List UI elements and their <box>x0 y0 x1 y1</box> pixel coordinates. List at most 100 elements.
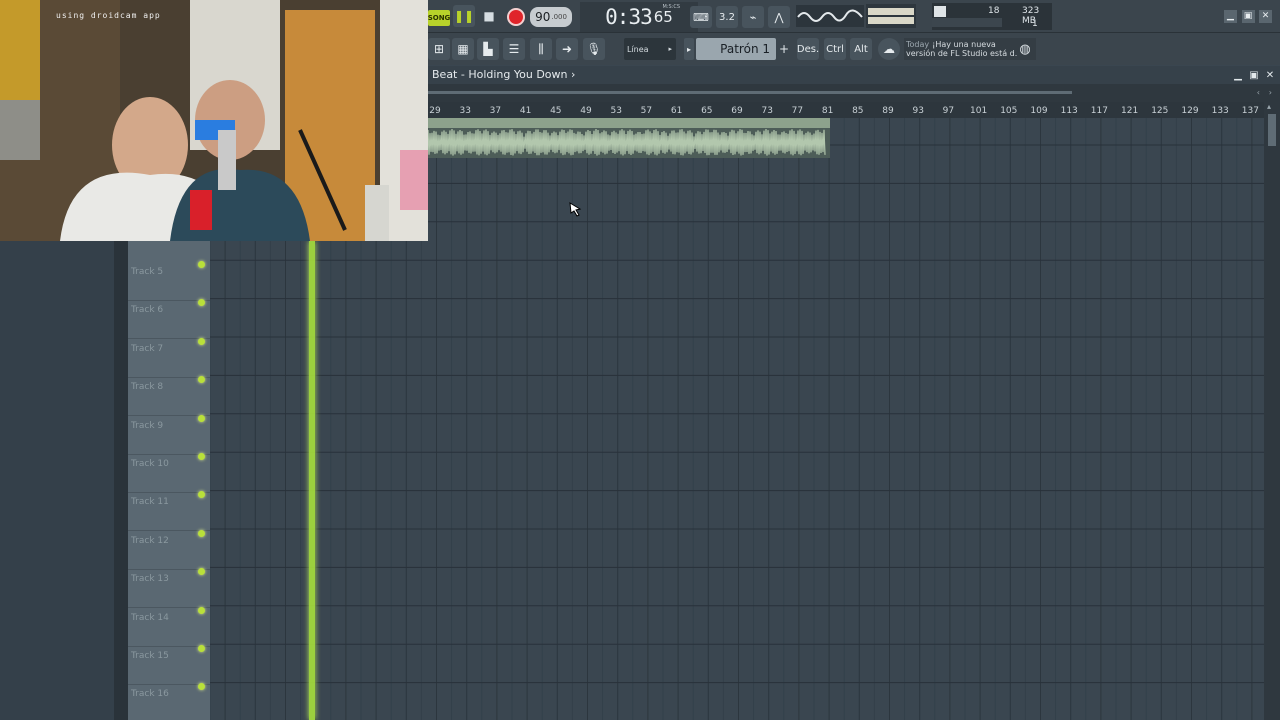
master-volume-meter[interactable] <box>866 4 916 28</box>
track-name: Track 13 <box>131 574 169 585</box>
time-display[interactable]: 0:33 65 M:S:CS <box>580 2 698 32</box>
song-mode-toggle[interactable]: SONG <box>428 10 450 26</box>
track-name: Track 9 <box>131 420 164 431</box>
track-header[interactable]: Track 7 <box>128 337 210 378</box>
track-mute-led-icon[interactable] <box>198 453 205 460</box>
vertical-scrollbar[interactable]: ▴ <box>1264 102 1280 720</box>
tempo-display[interactable]: 90.000 <box>530 7 572 27</box>
track-header[interactable]: Track 12 <box>128 529 210 570</box>
horizontal-scrollbar[interactable]: ‹ › <box>428 84 1280 102</box>
piano-roll-icon[interactable]: ▙ <box>477 38 499 60</box>
ruler-label: 137 <box>1242 106 1259 116</box>
playlist-minimize-icon[interactable]: ▁ <box>1232 69 1244 81</box>
panel-divider[interactable] <box>114 241 128 720</box>
track-header[interactable]: Track 5 <box>128 261 210 301</box>
track-mute-led-icon[interactable] <box>198 491 205 499</box>
ruler-label: 117 <box>1091 106 1108 116</box>
ruler-label: 93 <box>912 106 923 116</box>
vertical-scroll-thumb[interactable] <box>1268 114 1276 146</box>
pause-icon: ❚❚ <box>453 9 475 23</box>
playlist-close-icon[interactable]: ✕ <box>1264 69 1276 81</box>
window-controls: ▁ ▣ ✕ <box>1224 9 1272 23</box>
track-mute-led-icon[interactable] <box>198 337 205 345</box>
track-mute-led-icon[interactable] <box>198 683 205 691</box>
track-mute-led-icon[interactable] <box>198 568 205 576</box>
track-mute-led-icon[interactable] <box>198 376 205 384</box>
scroll-left-icon[interactable]: ‹ <box>1257 88 1260 97</box>
ruler-label: 85 <box>852 106 863 116</box>
track-header[interactable]: Track 14 <box>128 606 210 647</box>
track-mute-led-icon[interactable] <box>198 261 205 268</box>
scroll-up-icon[interactable]: ▴ <box>1267 102 1271 111</box>
track-header[interactable]: Track 16 <box>128 683 210 720</box>
ruler-label: 109 <box>1030 106 1047 116</box>
playlist-maximize-icon[interactable]: ▣ <box>1248 69 1260 81</box>
typing-keyboard-icon[interactable]: ⌨ <box>690 6 712 28</box>
horizontal-scroll-thumb[interactable] <box>428 91 1072 94</box>
time-main: 0:33 <box>605 5 653 29</box>
ctrl-button[interactable]: Ctrl <box>824 38 846 60</box>
track-header[interactable]: Track 10 <box>128 453 210 493</box>
stop-button[interactable]: ■ <box>478 5 500 27</box>
maximize-icon[interactable]: ▣ <box>1241 9 1255 23</box>
playhead[interactable] <box>309 241 315 720</box>
track-header[interactable]: Track 6 <box>128 299 210 340</box>
plugin-arrow-icon[interactable]: ➜ <box>556 38 578 60</box>
ruler-label: 129 <box>1181 106 1198 116</box>
step-edit-icon[interactable]: 3.2 <box>716 6 738 28</box>
news-line-2: versión de FL Studio está d. <box>906 49 1018 58</box>
record-button[interactable] <box>504 5 528 29</box>
mixer-icon[interactable]: ⫼ <box>530 38 552 60</box>
track-header[interactable]: Track 11 <box>128 491 210 532</box>
time-centiseconds: 65 <box>653 8 673 26</box>
browser-icon[interactable]: ☰ <box>503 38 525 60</box>
ruler-label: 125 <box>1151 106 1168 116</box>
ruler-label: 121 <box>1121 106 1138 116</box>
track-header[interactable]: Track 8 <box>128 376 210 417</box>
ruler-label: 89 <box>882 106 894 116</box>
news-line-1: ¡Hay una nueva <box>932 40 996 49</box>
track-header[interactable]: Track 15 <box>128 645 210 685</box>
track-header[interactable]: Track 13 <box>128 568 210 609</box>
alt-button[interactable]: Alt <box>850 38 872 60</box>
ruler-label: 101 <box>970 106 987 116</box>
blend-notes-icon[interactable]: ⌁ <box>742 6 764 28</box>
add-pattern-button[interactable]: + <box>778 38 790 60</box>
track-mute-led-icon[interactable] <box>198 299 205 307</box>
news-icon[interactable]: ☁ <box>878 38 900 60</box>
track-header[interactable]: Track 9 <box>128 414 210 455</box>
track-name: Track 11 <box>131 497 169 508</box>
oscilloscope-monitor <box>796 5 864 27</box>
ruler-label: 33 <box>459 106 470 116</box>
track-mute-led-icon[interactable] <box>198 529 205 537</box>
ruler-svg: 29 33 37 41 45 49 53 57 61 65 69 73 77 81 85 89 93 97 101 1… <box>429 106 1259 116</box>
pattern-arrow-button[interactable]: ▸ <box>684 38 694 60</box>
track-mute-led-icon[interactable] <box>198 606 205 614</box>
ruler-label: 37 <box>490 106 501 116</box>
ruler-label: 73 <box>761 106 772 116</box>
close-icon[interactable]: ✕ <box>1259 9 1272 23</box>
playlist-icon[interactable]: ⊞ <box>428 38 450 60</box>
browser-panel <box>0 241 114 720</box>
tempo-value: 90 <box>535 10 551 24</box>
undo-button[interactable]: Des. <box>797 38 819 60</box>
cpu-value: 18 <box>988 6 1000 16</box>
ruler-label: 105 <box>1000 106 1017 116</box>
channel-rack-icon[interactable]: ▦ <box>452 38 474 60</box>
metronome-icon[interactable]: ⋀ <box>768 6 790 28</box>
minimize-icon[interactable]: ▁ <box>1224 9 1237 23</box>
track-mute-led-icon[interactable] <box>198 645 205 652</box>
track-name: Track 6 <box>131 305 164 316</box>
microphone-icon[interactable]: 🎙 <box>583 38 605 60</box>
pattern-select[interactable]: Patrón 1 <box>696 38 776 60</box>
track-mute-led-icon[interactable] <box>198 414 205 422</box>
globe-icon[interactable]: ◍ <box>1016 38 1034 60</box>
waveform-icon <box>797 9 863 22</box>
stop-icon: ■ <box>483 9 495 23</box>
bar-ruler[interactable]: 29 33 37 41 45 49 53 57 61 65 69 73 77 81 85 89 93 97 101 1… <box>428 102 1264 118</box>
scroll-right-icon[interactable]: › <box>1269 88 1272 97</box>
pause-button[interactable]: ❚❚ <box>453 5 475 27</box>
ruler-label: 97 <box>943 106 954 116</box>
snap-select[interactable]: Línea ▸ <box>624 38 676 60</box>
track-name: Track 12 <box>131 535 169 546</box>
